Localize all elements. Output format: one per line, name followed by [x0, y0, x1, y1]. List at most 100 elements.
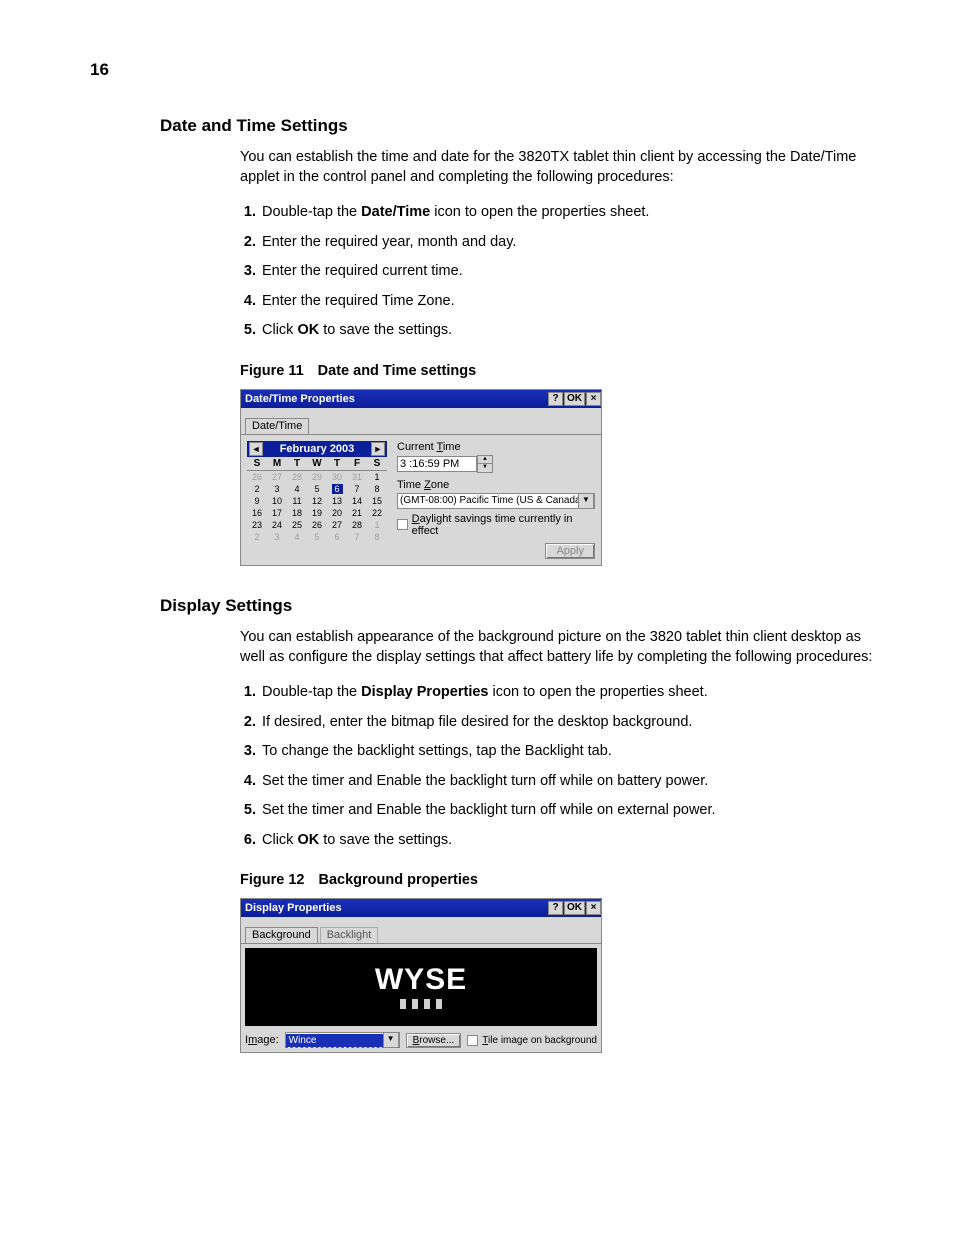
calendar-day[interactable]: 29 — [307, 470, 327, 483]
tab-backlight[interactable]: Backlight — [320, 927, 379, 943]
step: If desired, enter the bitmap file desire… — [260, 713, 874, 733]
calendar-day[interactable]: 25 — [287, 519, 307, 531]
calendar-day[interactable]: 21 — [347, 507, 367, 519]
calendar-day[interactable]: 27 — [267, 470, 287, 483]
calendar-day[interactable]: 11 — [287, 495, 307, 507]
apply-button[interactable]: Apply — [545, 543, 595, 559]
step: Click OK to save the settings. — [260, 321, 874, 341]
calendar-day-header: S — [247, 457, 267, 471]
calendar-day[interactable]: 22 — [367, 507, 387, 519]
window-title: Date/Time Properties — [245, 393, 547, 405]
dropdown-icon[interactable]: ▼ — [383, 1032, 399, 1048]
help-button[interactable]: ? — [548, 901, 563, 915]
calendar-day[interactable]: 1 — [367, 470, 387, 483]
step: Enter the required current time. — [260, 262, 874, 282]
image-value: Wince — [286, 1034, 383, 1047]
calendar-prev-button[interactable]: ◄ — [249, 442, 263, 456]
figure-title: Background properties — [318, 872, 478, 888]
calendar-day[interactable]: 31 — [347, 470, 367, 483]
time-spinner[interactable]: ▲▼ — [477, 455, 493, 473]
calendar-day[interactable]: 27 — [327, 519, 347, 531]
calendar-day[interactable]: 4 — [287, 531, 307, 543]
calendar-day[interactable]: 5 — [307, 531, 327, 543]
figure-number: Figure 11 — [240, 363, 304, 379]
calendar-day[interactable]: 10 — [267, 495, 287, 507]
calendar-day[interactable]: 19 — [307, 507, 327, 519]
tab-datetime[interactable]: Date/Time — [245, 418, 309, 434]
timezone-select[interactable]: (GMT-08:00) Pacific Time (US & Canada) ▼ — [397, 493, 595, 509]
image-combobox[interactable]: Wince ▼ — [285, 1032, 400, 1048]
calendar-day[interactable]: 2 — [247, 483, 267, 495]
calendar-day[interactable]: 20 — [327, 507, 347, 519]
step: Double-tap the Date/Time icon to open th… — [260, 203, 874, 223]
label-mnemonic: m — [248, 1034, 257, 1046]
step-text: Click — [262, 322, 297, 338]
label-mnemonic: D — [412, 513, 420, 525]
close-button[interactable]: × — [586, 901, 601, 915]
calendar-day[interactable]: 23 — [247, 519, 267, 531]
calendar-day[interactable]: 8 — [367, 531, 387, 543]
figure-caption-11: Figure 11Date and Time settings — [240, 363, 874, 379]
calendar-day-header: S — [367, 457, 387, 471]
dst-checkbox[interactable] — [397, 519, 408, 530]
calendar[interactable]: ◄ February 2003 ► SMTWTFS 26272829303112… — [247, 441, 387, 559]
calendar-day[interactable]: 13 — [327, 495, 347, 507]
calendar-day[interactable]: 5 — [307, 483, 327, 495]
step-text: to save the settings. — [319, 322, 452, 338]
titlebar: Date/Time Properties ? OK × — [241, 390, 601, 408]
label-mnemonic: Z — [424, 479, 431, 491]
window-title: Display Properties — [245, 902, 547, 914]
calendar-day[interactable]: 26 — [307, 519, 327, 531]
steps-list-1: Double-tap the Date/Time icon to open th… — [240, 203, 874, 341]
calendar-day[interactable]: 3 — [267, 531, 287, 543]
calendar-day-header: W — [307, 457, 327, 471]
calendar-day[interactable]: 17 — [267, 507, 287, 519]
tab-background[interactable]: Background — [245, 927, 318, 943]
calendar-day[interactable]: 7 — [347, 483, 367, 495]
calendar-day[interactable]: 4 — [287, 483, 307, 495]
close-button[interactable]: × — [586, 392, 601, 406]
section-title-datetime: Date and Time Settings — [160, 116, 874, 136]
calendar-day[interactable]: 28 — [347, 519, 367, 531]
calendar-day[interactable]: 1 — [367, 519, 387, 531]
calendar-day[interactable]: 6 — [327, 483, 347, 495]
calendar-day[interactable]: 7 — [347, 531, 367, 543]
dst-label: Daylight savings time currently in effec… — [412, 513, 595, 537]
ok-button[interactable]: OK — [564, 392, 585, 406]
calendar-day[interactable]: 18 — [287, 507, 307, 519]
calendar-day[interactable]: 30 — [327, 470, 347, 483]
calendar-day[interactable]: 16 — [247, 507, 267, 519]
label-text: ime — [443, 441, 461, 453]
timezone-label: Time Zone — [397, 479, 595, 491]
tile-checkbox[interactable] — [467, 1035, 478, 1046]
step-bold: OK — [297, 832, 319, 848]
calendar-next-button[interactable]: ► — [371, 442, 385, 456]
calendar-day[interactable]: 26 — [247, 470, 267, 483]
calendar-day[interactable]: 14 — [347, 495, 367, 507]
calendar-day[interactable]: 3 — [267, 483, 287, 495]
background-preview: WYSE — [245, 948, 597, 1026]
calendar-day[interactable]: 2 — [247, 531, 267, 543]
step-bold: OK — [297, 322, 319, 338]
calendar-day-header: M — [267, 457, 287, 471]
browse-button[interactable]: Browse... — [406, 1033, 462, 1048]
ok-button[interactable]: OK — [564, 901, 585, 915]
label-text: one — [431, 479, 449, 491]
calendar-day-header: T — [327, 457, 347, 471]
calendar-day[interactable]: 24 — [267, 519, 287, 531]
help-button[interactable]: ? — [548, 392, 563, 406]
spin-down-icon[interactable]: ▼ — [478, 464, 492, 472]
calendar-day[interactable]: 9 — [247, 495, 267, 507]
calendar-day[interactable]: 6 — [327, 531, 347, 543]
current-time-input[interactable] — [397, 456, 477, 472]
figure-number: Figure 12 — [240, 872, 304, 888]
dropdown-icon[interactable]: ▼ — [578, 493, 594, 509]
calendar-day[interactable]: 8 — [367, 483, 387, 495]
calendar-grid[interactable]: SMTWTFS 26272829303112345678910111213141… — [247, 457, 387, 543]
calendar-day[interactable]: 28 — [287, 470, 307, 483]
calendar-day[interactable]: 15 — [367, 495, 387, 507]
spin-up-icon[interactable]: ▲ — [478, 456, 492, 465]
calendar-day[interactable]: 12 — [307, 495, 327, 507]
step-text: Click — [262, 832, 297, 848]
titlebar: Display Properties ? OK × — [241, 899, 601, 917]
